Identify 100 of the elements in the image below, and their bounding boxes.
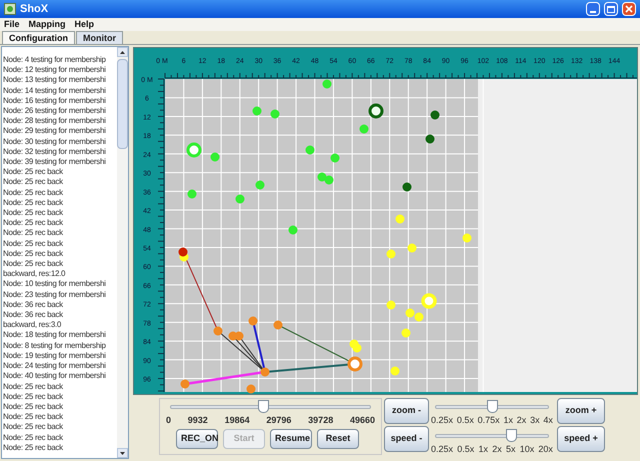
maximize-button[interactable] bbox=[604, 2, 618, 16]
log-line: Node: 40 testing for membershi bbox=[3, 371, 107, 382]
log-line: Node: 30 testing for membershi bbox=[3, 136, 107, 147]
node-marker[interactable] bbox=[234, 332, 244, 340]
node-marker[interactable] bbox=[360, 124, 368, 134]
log-line: Node: 25 rec back bbox=[3, 402, 64, 412]
control-button[interactable]: zoom + bbox=[557, 398, 605, 424]
node-marker[interactable] bbox=[318, 172, 326, 182]
log-line: Node: 25 rec back bbox=[3, 392, 64, 402]
node-marker[interactable] bbox=[260, 368, 270, 376]
log-line: Node: 25 rec back bbox=[3, 382, 64, 392]
node-marker[interactable] bbox=[288, 226, 298, 234]
log-line: Node: 25 rec back bbox=[3, 238, 64, 249]
slider-tick-label: 1x bbox=[478, 444, 488, 454]
node-marker[interactable] bbox=[352, 344, 362, 352]
node-marker[interactable] bbox=[252, 106, 262, 116]
node-marker[interactable] bbox=[306, 146, 314, 154]
node-marker[interactable] bbox=[386, 250, 396, 258]
node-marker[interactable] bbox=[414, 312, 424, 322]
log-line: Node: 25 rec back bbox=[3, 248, 64, 260]
slider-tick-label: 0.25x bbox=[431, 415, 454, 425]
node-marker[interactable] bbox=[426, 134, 434, 144]
log-line: Node: 25 rec back bbox=[3, 422, 64, 433]
menu-item[interactable]: Help bbox=[74, 18, 94, 32]
node-marker[interactable] bbox=[214, 326, 222, 336]
node-marker[interactable] bbox=[180, 380, 190, 388]
node-marker[interactable] bbox=[396, 214, 404, 224]
log-line: Node: 4 testing for membership bbox=[3, 55, 107, 66]
node-marker[interactable] bbox=[406, 308, 414, 318]
slider-tick-label: 20x bbox=[538, 444, 553, 454]
node-marker[interactable] bbox=[324, 176, 334, 184]
scrollbar-thumb[interactable] bbox=[117, 59, 128, 149]
node-marker[interactable] bbox=[256, 180, 264, 190]
slider-tick-label: 0 bbox=[166, 415, 172, 425]
node-marker[interactable] bbox=[386, 300, 396, 310]
node-marker[interactable] bbox=[210, 152, 220, 162]
node-marker[interactable] bbox=[368, 104, 384, 118]
control-button[interactable]: speed + bbox=[557, 426, 605, 452]
slider-tick-label: 0.25x bbox=[431, 444, 454, 454]
control-button[interactable]: REC_ON bbox=[176, 429, 218, 449]
log-line: Node: 36 rec back bbox=[3, 310, 64, 320]
slider-thumb[interactable] bbox=[487, 400, 498, 413]
control-button[interactable]: Resume bbox=[270, 429, 312, 449]
log-line: backward, res:3.0 bbox=[3, 320, 62, 330]
slider-tick-label: 2x bbox=[516, 415, 526, 425]
slider-tick-label: 0.5x bbox=[457, 444, 474, 454]
node-marker[interactable] bbox=[322, 80, 332, 88]
log-line: Node: 16 testing for membershi bbox=[3, 96, 107, 106]
menu-item[interactable]: Mapping bbox=[28, 18, 66, 32]
node-marker[interactable] bbox=[402, 182, 412, 192]
node-marker[interactable] bbox=[188, 190, 196, 198]
menu-item[interactable]: File bbox=[4, 18, 20, 32]
control-button[interactable]: Reset bbox=[317, 429, 359, 449]
close-icon bbox=[625, 5, 633, 13]
log-line: Node: 29 testing for membershi bbox=[3, 126, 107, 137]
log-line: Node: 25 rec back bbox=[3, 228, 64, 239]
node-marker[interactable] bbox=[330, 154, 340, 162]
node-marker[interactable] bbox=[246, 384, 256, 394]
log-line: Node: 25 rec back bbox=[3, 167, 64, 178]
log-line: Node: 28 testing for membershi bbox=[3, 116, 107, 126]
slider-tick-label: 2x bbox=[492, 444, 502, 454]
node-marker[interactable] bbox=[402, 328, 410, 338]
scrollbar[interactable] bbox=[117, 47, 128, 458]
node-marker[interactable] bbox=[348, 356, 362, 372]
close-button[interactable] bbox=[622, 2, 636, 16]
node-marker[interactable] bbox=[274, 320, 282, 330]
log-line: Node: 13 testing for membershi bbox=[3, 75, 107, 86]
log-line: Node: 25 rec back bbox=[3, 208, 64, 218]
app-icon bbox=[4, 3, 16, 15]
log-line: Node: 10 testing for membershi bbox=[3, 279, 107, 290]
log-line: Node: 24 testing for membershi bbox=[3, 361, 107, 372]
slider-thumb[interactable] bbox=[506, 429, 518, 442]
control-button[interactable]: zoom - bbox=[384, 398, 429, 424]
slider-tick-label: 3x bbox=[530, 415, 540, 425]
arrow-up-icon[interactable] bbox=[120, 50, 125, 54]
log-line: Node: 25 rec back bbox=[3, 259, 64, 270]
node-marker[interactable] bbox=[430, 110, 440, 120]
node-marker[interactable] bbox=[462, 234, 472, 242]
node-marker[interactable] bbox=[408, 244, 416, 252]
tab[interactable]: Configuration bbox=[2, 31, 75, 44]
node-marker[interactable] bbox=[236, 194, 244, 204]
log-line: Node: 25 rec back bbox=[3, 198, 64, 208]
node-marker[interactable] bbox=[178, 248, 188, 256]
log-line: Node: 25 rec back bbox=[3, 218, 64, 228]
node-marker[interactable] bbox=[390, 366, 400, 376]
log-line: Node: 25 rec back bbox=[3, 432, 64, 443]
log-line: Node: 26 testing for membershi bbox=[3, 106, 107, 116]
node-marker[interactable] bbox=[270, 110, 280, 118]
log-line: Node: 32 testing for membershi bbox=[3, 146, 107, 158]
log-line: Node: 25 rec back bbox=[3, 177, 64, 188]
tab[interactable]: Monitor bbox=[76, 31, 123, 44]
slider-tick-label: 4x bbox=[543, 415, 553, 425]
minimize-button[interactable] bbox=[586, 2, 600, 16]
node-marker[interactable] bbox=[248, 316, 258, 326]
log-line: Node: 23 testing for membershi bbox=[3, 290, 107, 300]
log-line: Node: 14 testing for membershi bbox=[3, 86, 107, 96]
arrow-down-icon[interactable] bbox=[120, 452, 125, 454]
log-line: Node: 12 testing for membershi bbox=[3, 65, 107, 76]
slider-thumb[interactable] bbox=[258, 400, 269, 413]
control-button[interactable]: speed - bbox=[384, 426, 429, 452]
